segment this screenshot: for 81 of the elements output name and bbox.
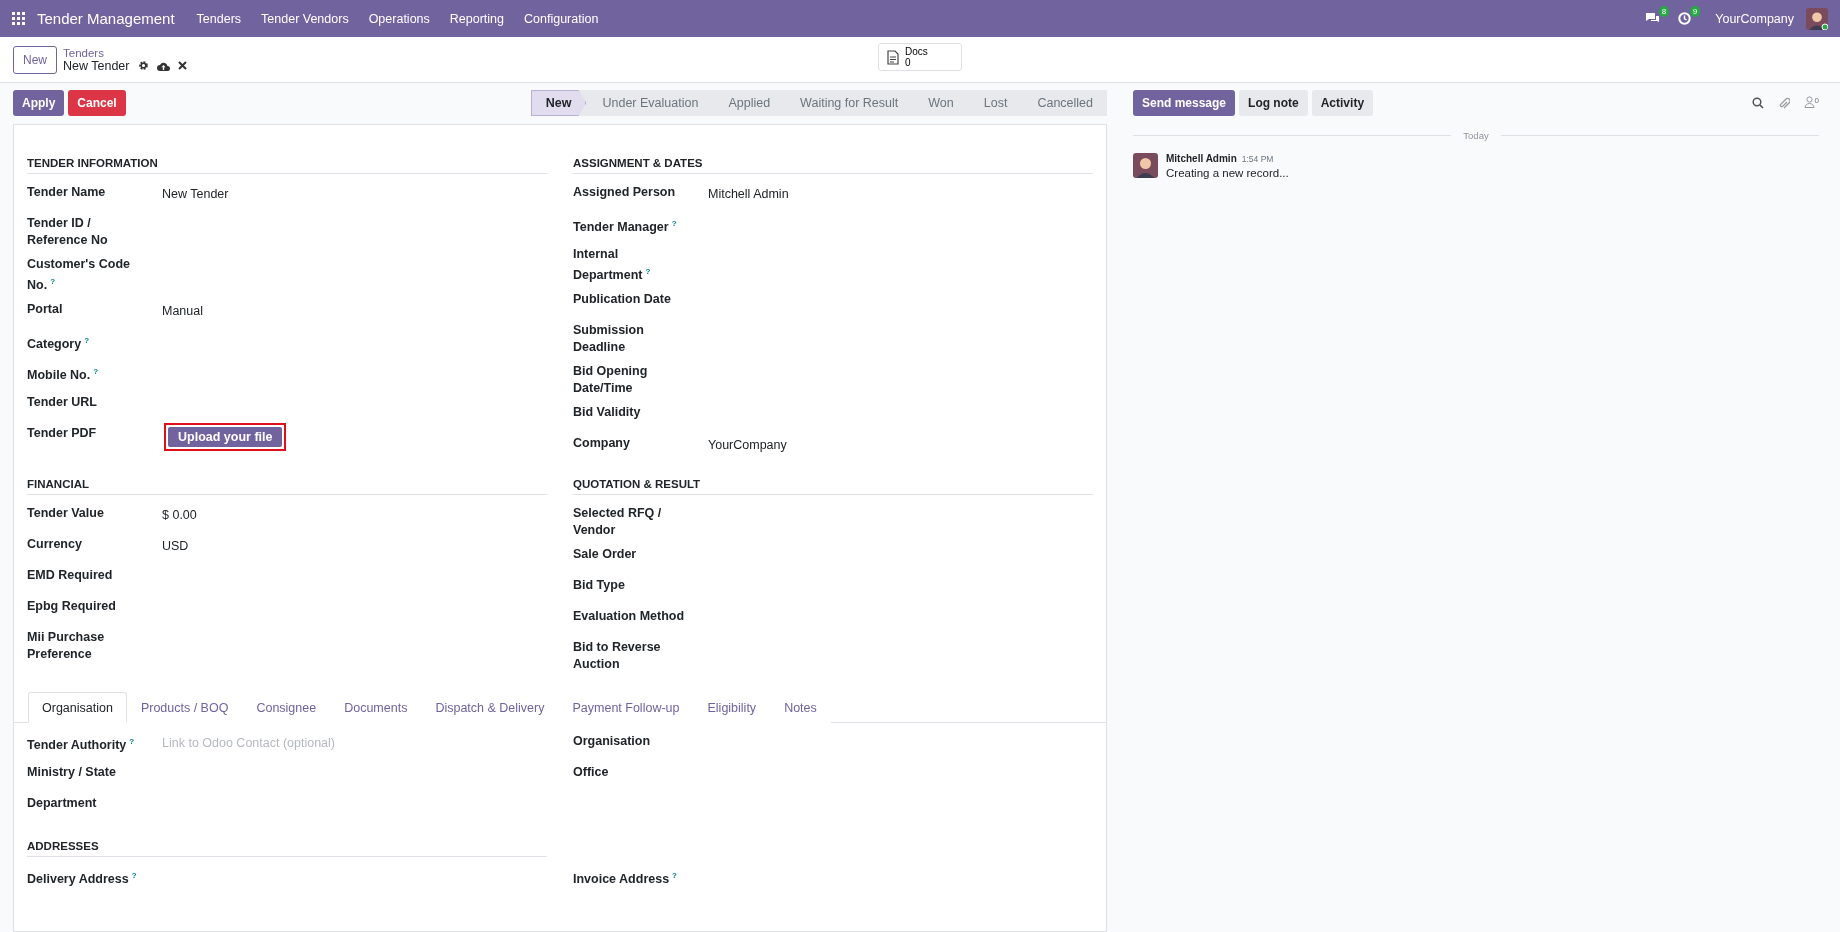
apps-menu-icon[interactable] [12, 12, 25, 25]
field-label: Assigned Person [573, 184, 677, 201]
field-label: Selected RFQ / Vendor [573, 505, 663, 540]
menu-item[interactable]: Tender Vendors [253, 11, 357, 26]
field-value: Mitchell Admin [708, 186, 789, 203]
field-label: Bid Type [573, 577, 626, 595]
field-label: Ministry / State [27, 764, 117, 782]
field-label: Department [27, 795, 98, 813]
field-label: Publication Date [573, 291, 672, 309]
field-label: Tender ID / Reference No [27, 215, 109, 249]
field-label: Customer's Code No. $^{?}$ [27, 256, 131, 295]
field-label: Delivery Address $^{?}$ [27, 870, 138, 889]
section-title: ASSIGNMENT & DATES [573, 157, 1093, 174]
search-icon[interactable] [1751, 97, 1764, 109]
chatter-button[interactable]: Send message [1133, 90, 1236, 116]
notebook-tab[interactable]: Organisation [28, 692, 127, 724]
field-label: Tender URL [27, 394, 98, 412]
field-label: Mii Purchase Preference [27, 629, 106, 664]
field-value: USD [162, 538, 189, 556]
date-separator: Today [1463, 130, 1489, 141]
field-label: Tender Name [27, 184, 107, 201]
message-author: Mitchell Admin [1166, 153, 1237, 164]
field-label: Portal [27, 301, 64, 319]
document-icon [887, 49, 899, 65]
gear-icon[interactable] [137, 60, 149, 71]
field-label: Company [573, 435, 631, 453]
menu-item[interactable]: Configuration [516, 11, 607, 26]
upload-button[interactable]: Upload your file [168, 427, 283, 448]
author-avatar [1133, 153, 1158, 178]
section-title: ADDRESSES [27, 840, 547, 858]
activity-count: 9 [1689, 6, 1701, 17]
field-value: Manual [162, 303, 203, 321]
chatter-button[interactable]: Log note [1239, 90, 1308, 116]
field-label: Bid Opening Date/Time [573, 363, 649, 398]
field-label: Category $^{?}$ [27, 335, 91, 354]
status-stage[interactable]: New [530, 90, 587, 116]
action-button[interactable]: Apply [13, 90, 65, 116]
section-title: QUOTATION & RESULT [573, 478, 1093, 496]
field-label: Tender Value [27, 505, 105, 523]
field-label: Tender Manager $^{?}$ [573, 218, 678, 237]
field-label: Mobile No. $^{?}$ [27, 366, 100, 385]
section-title: TENDER INFORMATION [27, 157, 547, 174]
field-label: Tender PDF [27, 425, 98, 443]
field-label: Bid to Reverse Auction [573, 639, 662, 674]
field-label: Submission Deadline [573, 322, 645, 357]
close-icon[interactable] [177, 61, 187, 70]
cloud-upload-icon[interactable] [156, 60, 170, 71]
chat-icon[interactable] [1645, 12, 1661, 25]
menu-item[interactable]: Tenders [188, 11, 250, 26]
field-value: New Tender [162, 186, 229, 203]
field-label: Sale Order [573, 546, 638, 564]
field-label: Office [573, 764, 610, 782]
user-avatar[interactable] [1806, 7, 1828, 30]
action-button[interactable]: Cancel [68, 90, 126, 116]
record-title: New Tender [63, 58, 130, 73]
docs-button[interactable]: Docs 0 [878, 43, 962, 71]
field-label: Bid Validity [573, 404, 642, 422]
field-label: Currency [27, 536, 83, 554]
field-label: EMD Required [27, 567, 114, 585]
menu-item[interactable]: Operations [360, 11, 438, 26]
section-title: FINANCIAL [27, 478, 547, 496]
company-switcher[interactable]: YourCompany [1715, 11, 1794, 26]
field-value: $ 0.00 [162, 507, 197, 525]
field-value: YourCompany [708, 437, 787, 455]
message-time: 1:54 PM [1241, 154, 1274, 164]
app-title[interactable]: Tender Management [37, 10, 175, 27]
chatter-button[interactable]: Activity [1311, 90, 1374, 116]
breadcrumb-link[interactable]: Tenders [63, 46, 187, 59]
clock-icon[interactable] [1678, 12, 1692, 25]
field-label: Internal Department $^{?}$ [573, 246, 652, 285]
message-body: Creating a new record... [1166, 167, 1289, 179]
menu-item[interactable]: Reporting [441, 11, 512, 26]
field-label: Tender Authority $^{?}$ [27, 736, 136, 755]
message-count: 8 [1658, 6, 1670, 17]
field-label: Invoice Address $^{?}$ [573, 870, 678, 889]
field-label: Evaluation Method [573, 608, 686, 626]
field-label: Organisation [573, 733, 652, 751]
field-label: Epbg Required [27, 598, 117, 616]
new-button[interactable]: New [13, 45, 57, 74]
paperclip-icon[interactable] [1777, 96, 1790, 110]
followers-button[interactable]: 0 [1803, 95, 1819, 111]
